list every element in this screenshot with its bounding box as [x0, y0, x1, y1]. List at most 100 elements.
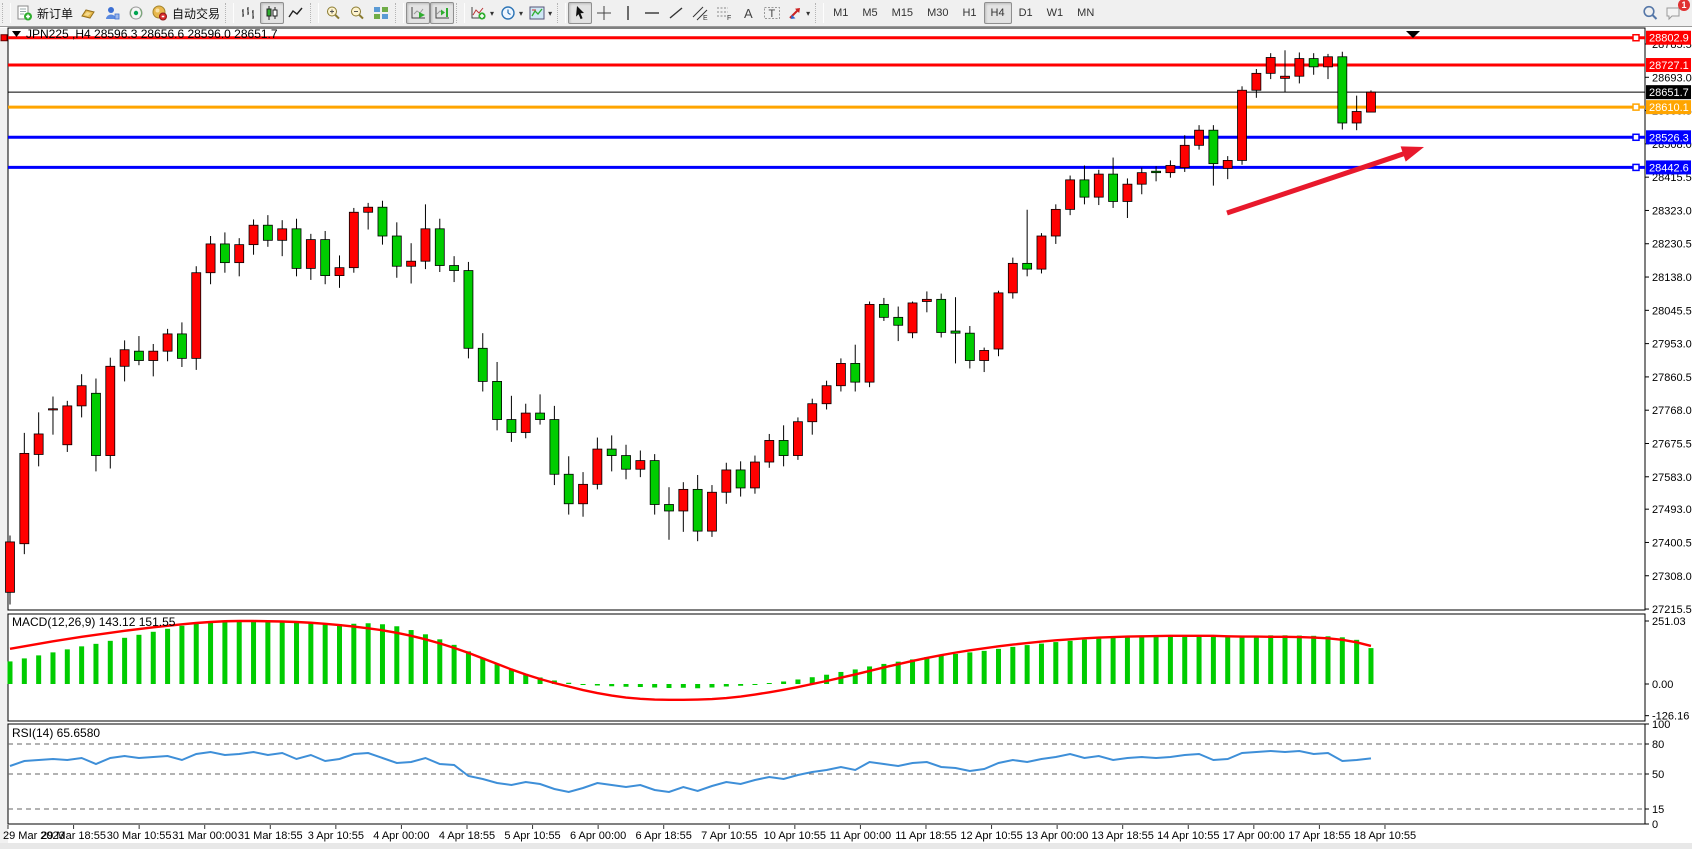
- vertical-line-tool-button[interactable]: [616, 2, 640, 24]
- channel-tool-button[interactable]: E: [688, 2, 712, 24]
- rsi-tick-label: 100: [1652, 719, 1670, 731]
- toolbar-gripper[interactable]: [815, 3, 824, 23]
- tab-timeframe-m5[interactable]: M5: [855, 2, 884, 24]
- toolbar-gripper[interactable]: [310, 3, 319, 23]
- tile-windows-button[interactable]: [369, 2, 393, 24]
- line-handle[interactable]: [1, 35, 7, 41]
- time-axis[interactable]: 29 Mar 202329 Mar 18:5530 Mar 10:5531 Ma…: [3, 825, 1416, 842]
- candle-body: [478, 348, 487, 381]
- main-price-panel[interactable]: [8, 28, 1645, 610]
- candle-body: [664, 504, 673, 510]
- zoom-in-button[interactable]: [321, 2, 345, 24]
- tab-timeframe-mn[interactable]: MN: [1070, 2, 1101, 24]
- macd-bar: [939, 655, 944, 684]
- candlestick-chart-button[interactable]: [260, 2, 284, 24]
- candle-body: [435, 229, 444, 266]
- depth-of-market-button[interactable]: [100, 2, 124, 24]
- candle-body: [249, 225, 258, 244]
- tab-timeframe-m1[interactable]: M1: [826, 2, 855, 24]
- tab-timeframe-d1[interactable]: D1: [1012, 2, 1040, 24]
- macd-bar: [738, 684, 743, 686]
- macd-bar: [466, 651, 471, 684]
- svg-text:A: A: [744, 6, 753, 21]
- macd-bar: [609, 684, 614, 686]
- candle-body: [1066, 180, 1075, 210]
- candle-body: [1180, 145, 1189, 167]
- price-axis[interactable]: 28785.528693.028600.528508.028415.528323…: [1645, 39, 1692, 616]
- toolbar-gripper[interactable]: [2, 3, 11, 23]
- tab-timeframe-m15[interactable]: M15: [885, 2, 920, 24]
- auto-scroll-button[interactable]: [406, 2, 430, 24]
- macd-bar: [709, 684, 714, 688]
- time-tick-label: 13 Apr 00:00: [1026, 830, 1088, 842]
- line-handle[interactable]: [1633, 164, 1639, 170]
- macd-bar: [294, 623, 299, 684]
- macd-bar: [1340, 637, 1345, 684]
- toolbar-gripper[interactable]: [225, 3, 234, 23]
- candle-body: [1295, 59, 1304, 77]
- candle-body: [48, 409, 57, 410]
- periods-button[interactable]: ▾: [497, 2, 526, 24]
- crosshair-tool-button[interactable]: [592, 2, 616, 24]
- macd-bar: [366, 623, 371, 684]
- search-button[interactable]: [1638, 2, 1662, 24]
- time-tick-label: 11 Apr 18:55: [895, 830, 957, 842]
- price-label-text: 28802.9: [1649, 33, 1689, 45]
- chart-canvas[interactable]: 28785.528693.028600.528508.028415.528323…: [0, 27, 1692, 849]
- candle-body: [622, 456, 631, 470]
- line-handle[interactable]: [1633, 35, 1639, 41]
- macd-bar: [1125, 637, 1130, 684]
- candle-body: [1223, 160, 1232, 168]
- candle-body: [879, 304, 888, 317]
- tab-timeframe-m30[interactable]: M30: [920, 2, 955, 24]
- toolbar-gripper[interactable]: [456, 3, 465, 23]
- candle-body: [679, 489, 688, 511]
- line-handle[interactable]: [1633, 134, 1639, 140]
- new-order-button[interactable]: 新订单: [13, 2, 76, 24]
- autotrading-icon: [151, 5, 168, 21]
- chart-shift-button[interactable]: [430, 2, 454, 24]
- candle-body: [6, 542, 15, 592]
- horizontal-line-tool-button[interactable]: [640, 2, 664, 24]
- candle-body: [321, 240, 330, 276]
- signals-button[interactable]: [124, 2, 148, 24]
- svg-text:E: E: [703, 15, 708, 21]
- candle-body: [493, 381, 502, 419]
- text-tool-button[interactable]: A: [736, 2, 760, 24]
- rsi-axis[interactable]: 1008050150: [1645, 719, 1670, 831]
- tab-timeframe-h4[interactable]: H4: [984, 2, 1012, 24]
- line-handle[interactable]: [1633, 104, 1639, 110]
- autotrading-button[interactable]: 自动交易: [148, 2, 223, 24]
- time-tick-label: 11 Apr 00:00: [830, 830, 892, 842]
- indicators-button[interactable]: ▾: [467, 2, 497, 24]
- candle-body: [407, 261, 416, 266]
- arrows-tool-button[interactable]: ▾: [784, 2, 813, 24]
- trendline-tool-button[interactable]: [664, 2, 688, 24]
- bar-chart-button[interactable]: [236, 2, 260, 24]
- fibonacci-tool-button[interactable]: F: [712, 2, 736, 24]
- gold-symbol-button[interactable]: [76, 2, 100, 24]
- cursor-tool-button[interactable]: [568, 2, 592, 24]
- candle-body: [736, 470, 745, 488]
- bar-chart-icon: [240, 5, 256, 21]
- toolbar-gripper[interactable]: [395, 3, 404, 23]
- text-label-tool-button[interactable]: T: [760, 2, 784, 24]
- line-chart-button[interactable]: [284, 2, 308, 24]
- tab-timeframe-w1[interactable]: W1: [1040, 2, 1071, 24]
- macd-axis[interactable]: 251.030.00-126.16: [1645, 616, 1689, 723]
- templates-button[interactable]: ▾: [526, 2, 555, 24]
- tile-windows-icon: [373, 5, 389, 21]
- candle-body: [765, 440, 774, 462]
- macd-bar: [767, 683, 772, 684]
- candlestick-chart-icon: [264, 5, 280, 21]
- macd-tick-label: 251.03: [1652, 616, 1686, 628]
- macd-bar: [624, 684, 629, 687]
- macd-bar: [982, 651, 987, 684]
- notifications-button[interactable]: 1: [1662, 2, 1686, 24]
- zoom-out-button[interactable]: [345, 2, 369, 24]
- price-tick-label: 27308.0: [1652, 571, 1692, 583]
- toolbar-gripper[interactable]: [557, 3, 566, 23]
- candle-body: [106, 366, 115, 455]
- candle-body: [965, 333, 974, 360]
- tab-timeframe-h1[interactable]: H1: [955, 2, 983, 24]
